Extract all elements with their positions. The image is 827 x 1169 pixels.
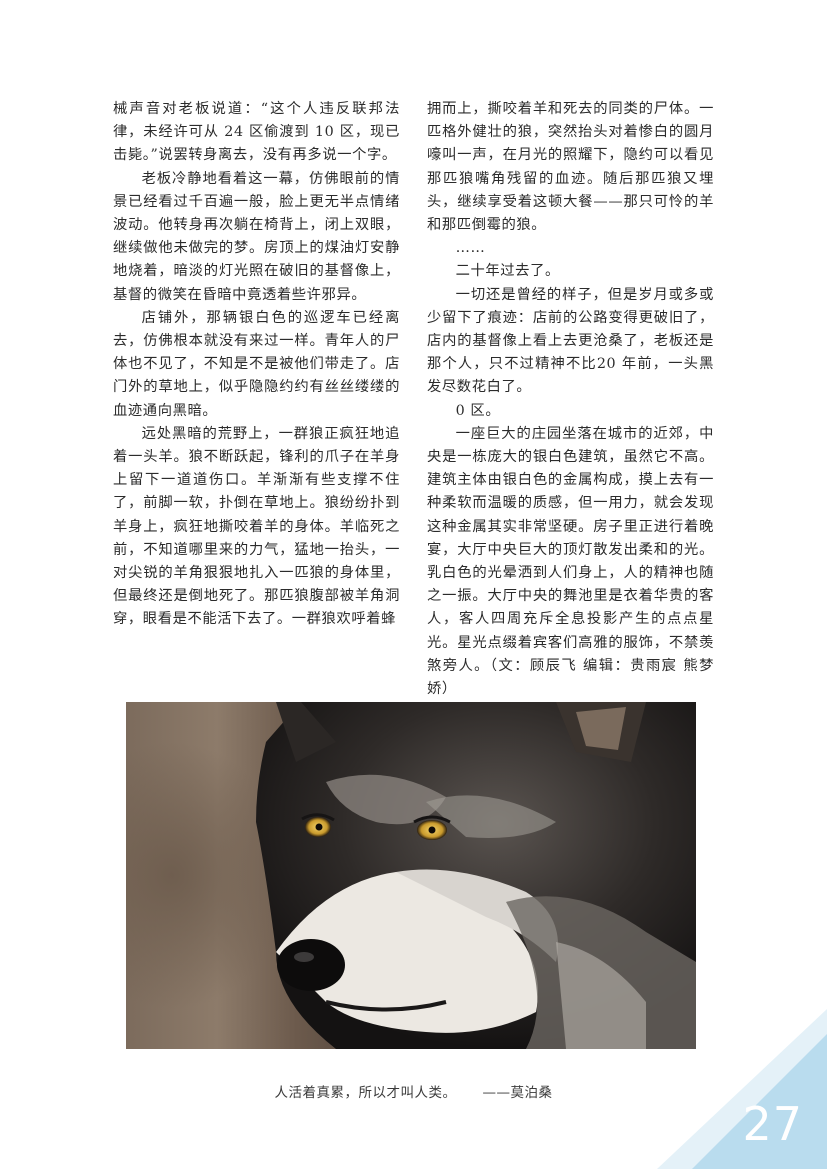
paragraph: 二十年过去了。	[455, 263, 560, 280]
paragraph: 老板冷静地看着这一幕，仿佛眼前的情景已经看过千百遍一般，脸上更无半点情绪波动。他…	[113, 170, 400, 303]
wolf-photo	[126, 702, 696, 1049]
left-text-column: 械声音对老板说道：“这个人违反联邦法律，未经许可从 24 区偷渡到 10 区，现…	[113, 98, 400, 632]
paragraph: 械声音对老板说道：“这个人违反联邦法律，未经许可从 24 区偷渡到 10 区，现…	[113, 101, 400, 164]
paragraph: 远处黑暗的荒野上，一群狼正疯狂地追着一头羊。狼不断跃起，锋利的爪子在羊身上留下一…	[113, 425, 400, 628]
page-number: 27	[742, 1097, 803, 1151]
quote-author: ——莫泊桑	[482, 1085, 553, 1101]
paragraph: ……	[455, 240, 486, 257]
paragraph: 店铺外，那辆银白色的巡逻车已经离去，仿佛根本就没有来过一样。青年人的尸体也不见了…	[113, 309, 400, 419]
paragraph: 一切还是曾经的样子，但是岁月或多或少留下了痕迹：店前的公路变得更破旧了，店内的基…	[427, 286, 714, 396]
quote-text: 人活着真累，所以才叫人类。	[274, 1085, 457, 1101]
wolf-illustration	[256, 702, 696, 1049]
right-text-column: 拥而上，撕咬着羊和死去的同类的尸体。一匹格外健壮的狼，突然抬头对着惨白的圆月嚎叫…	[427, 98, 714, 701]
paragraph: 一座巨大的庄园坐落在城市的近郊，中央是一栋庞大的银白色建筑，虽然它不高。建筑主体…	[427, 425, 714, 698]
paragraph: 拥而上，撕咬着羊和死去的同类的尸体。一匹格外健壮的狼，突然抬头对着惨白的圆月嚎叫…	[427, 101, 714, 234]
paragraph: 0 区。	[455, 402, 501, 419]
